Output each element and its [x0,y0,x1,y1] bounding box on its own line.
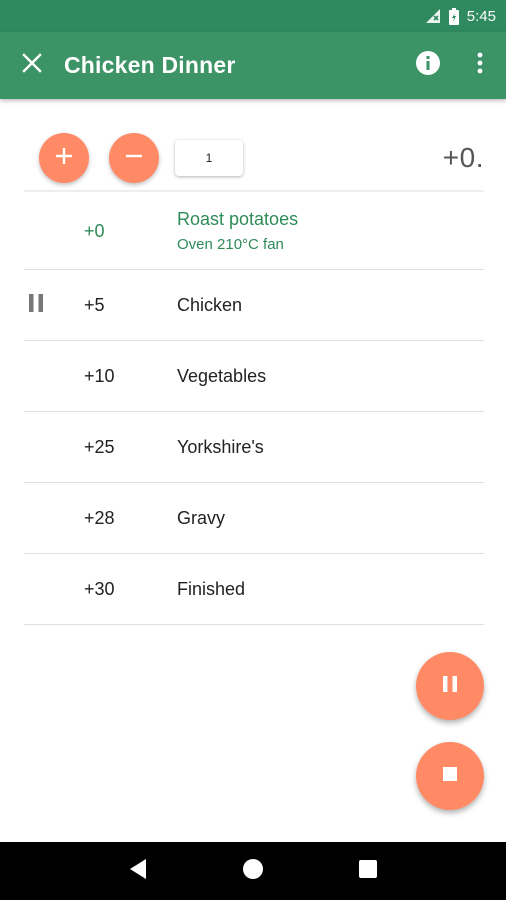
step-name: Finished [177,578,246,599]
list-item[interactable]: +10 Vegetables [24,341,484,412]
more-options-button[interactable] [454,32,506,99]
home-button[interactable] [228,846,278,896]
step-list: +0 Roast potatoes Oven 210°C fan +5 Chic… [24,193,484,625]
quantity-field[interactable]: 1 [175,140,243,176]
recents-button[interactable] [343,846,393,896]
app-bar: Chicken Dinner [0,32,506,99]
step-offset: +30 [84,578,115,599]
add-icon [54,146,74,171]
step-name: Yorkshire's [177,436,264,457]
list-item[interactable]: +25 Yorkshire's [24,412,484,483]
back-button[interactable] [113,846,163,896]
step-offset: +5 [84,294,105,315]
pause-icon [441,675,459,698]
controls-row: 1 +0. [24,126,484,190]
info-icon [415,50,441,81]
status-bar: 5:45 [0,0,506,32]
step-name: Vegetables [177,365,267,386]
step-offset: +10 [84,365,115,386]
system-nav-bar [0,842,506,900]
step-offset: +28 [84,507,115,528]
step-subtitle: Oven 210°C fan [177,236,284,253]
list-item[interactable]: +28 Gravy [24,483,484,554]
back-icon [128,858,148,885]
page-title: Chicken Dinner [64,52,236,78]
close-button[interactable] [0,32,64,99]
step-offset: +0 [84,220,105,241]
step-name: Roast potatoes [177,209,299,229]
step-offset: +25 [84,436,115,457]
list-item[interactable]: +0 Roast potatoes Oven 210°C fan [24,193,484,270]
stop-fab[interactable] [416,742,484,810]
close-icon [22,53,42,78]
info-button[interactable] [402,32,454,99]
stop-icon [442,766,458,787]
step-name: Gravy [177,507,226,528]
list-item[interactable]: +5 Chicken [24,270,484,341]
recents-icon [358,859,378,884]
battery-icon [448,7,459,25]
home-icon [242,858,264,885]
step-state [24,293,80,317]
remove-icon [124,146,144,171]
no-signal-icon [425,8,441,24]
step-name: Chicken [177,294,243,315]
pause-fab[interactable] [416,652,484,720]
list-item[interactable]: +30 Finished [24,554,484,625]
add-button[interactable] [39,133,89,183]
remove-button[interactable] [109,133,159,183]
status-time: 5:45 [466,7,496,25]
offset-display: +0. [442,142,484,173]
divider [24,190,484,192]
more-vert-icon [477,52,483,79]
pause-icon [28,293,44,317]
